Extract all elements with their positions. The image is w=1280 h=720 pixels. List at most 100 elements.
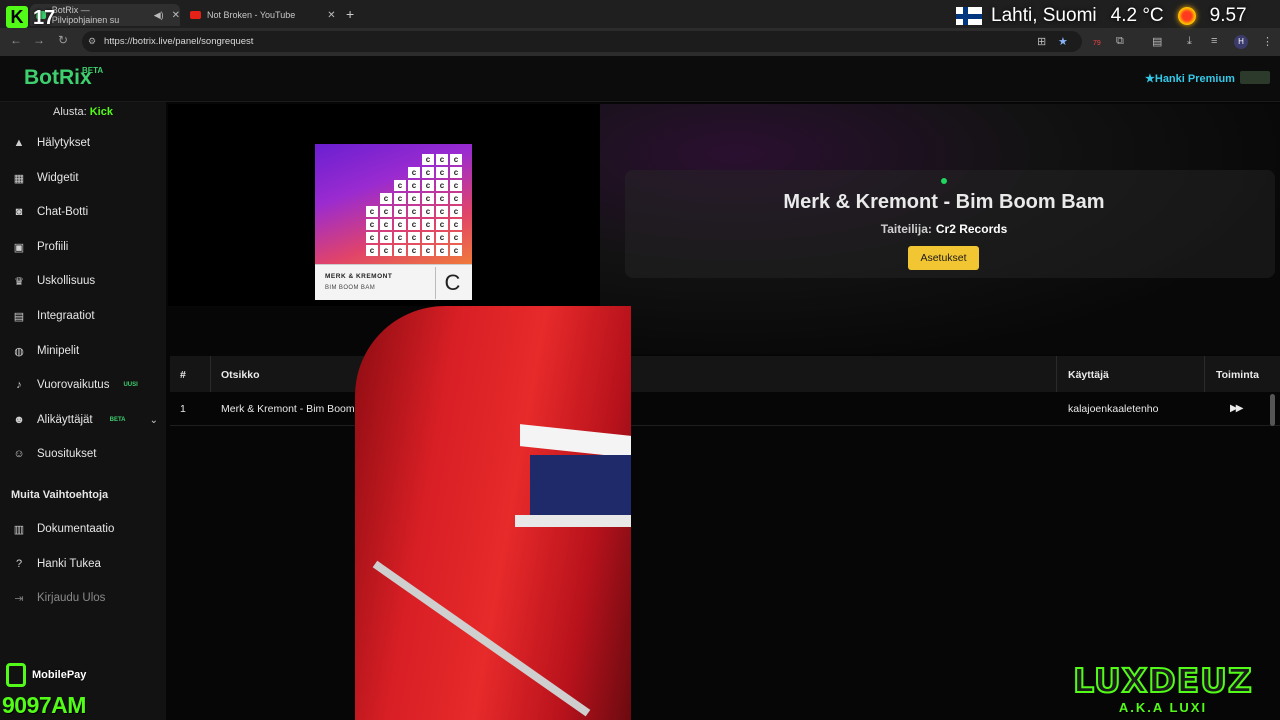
- site-header: [0, 56, 1280, 102]
- url-text[interactable]: https://botrix.live/panel/songrequest: [104, 36, 253, 47]
- bookmark-star-icon[interactable]: ★: [1058, 35, 1068, 48]
- sidebar-item-suositukset[interactable]: ☺ Suositukset: [0, 437, 166, 471]
- profile-avatar[interactable]: H: [1234, 35, 1248, 49]
- cover-tile: [380, 154, 392, 165]
- sidebar-item-dokumentaatio[interactable]: ▥ Dokumentaatio: [0, 512, 166, 546]
- sidebar-item-label: Profiili: [37, 241, 69, 253]
- settings-button[interactable]: Asetukset: [908, 246, 979, 270]
- trash-icon[interactable]: ▤: [1152, 35, 1162, 48]
- weather-location: Lahti, Suomi: [991, 5, 1097, 26]
- scrollbar[interactable]: [1270, 394, 1275, 426]
- sidebar-item-alikayttajat[interactable]: ☻ Alikäyttäjät BETA ⌄: [0, 403, 166, 437]
- cover-tile: c: [436, 206, 448, 217]
- column-header-number[interactable]: #: [180, 369, 186, 381]
- extension-badge[interactable]: 79: [1093, 40, 1101, 47]
- users-icon: ☻: [13, 414, 25, 426]
- webcam-stripe: [515, 515, 631, 527]
- music-icon: ♪: [16, 379, 22, 391]
- cover-tile: c: [408, 232, 420, 243]
- cover-tile: c: [380, 219, 392, 230]
- sidebar-item-widgetit[interactable]: ▦ Widgetit: [0, 161, 166, 195]
- download-icon[interactable]: ⤓: [1187, 35, 1192, 48]
- cover-tile: c: [394, 232, 406, 243]
- cover-tile: c: [380, 232, 392, 243]
- sidebar-item-label: Dokumentaatio: [37, 523, 115, 535]
- cover-tile: c: [380, 206, 392, 217]
- sidebar-item-integraatiot[interactable]: ▤ Integraatiot: [0, 299, 166, 333]
- cover-tile: c: [450, 154, 462, 165]
- column-header-title[interactable]: Otsikko: [221, 369, 260, 381]
- sidebar-item-profiili[interactable]: ▣ Profiili: [0, 230, 166, 264]
- reload-icon[interactable]: ↻: [58, 33, 68, 47]
- kick-logo-icon: K: [6, 6, 28, 28]
- site-info-icon[interactable]: ⚙: [88, 36, 96, 47]
- cover-artist: MERK & KREMONT: [325, 273, 393, 280]
- cover-tile: c: [380, 193, 392, 204]
- column-header-user[interactable]: Käyttäjä: [1068, 369, 1109, 381]
- tab-close-icon[interactable]: ✕: [327, 10, 335, 21]
- user-avatar[interactable]: [1240, 71, 1270, 84]
- artist-value: Cr2 Records: [935, 222, 1008, 236]
- cover-pattern: cccccccccccccccccccccccccccccccccccccccc…: [366, 154, 462, 256]
- beta-badge: BETA: [109, 417, 126, 423]
- sidebar-item-chat-botti[interactable]: ◙ Chat-Botti: [0, 195, 166, 229]
- cover-tile: c: [450, 193, 462, 204]
- cover-tile: c: [366, 232, 378, 243]
- sidebar-item-label: Alikäyttäjät: [37, 414, 93, 426]
- sidebar-item-vuorovaikutus[interactable]: ♪ Vuorovaikutus UUSI: [0, 368, 166, 402]
- cover-tile: c: [366, 245, 378, 256]
- back-icon[interactable]: ←: [10, 33, 22, 47]
- play-next-icon[interactable]: ▶▶: [1230, 403, 1243, 414]
- forward-icon[interactable]: →: [33, 33, 45, 47]
- sidebar-item-label: Suositukset: [37, 448, 97, 460]
- cover-tile: [394, 167, 406, 178]
- speaker-icon[interactable]: ◀): [154, 10, 164, 21]
- cover-tile: c: [380, 245, 392, 256]
- cover-tile: c: [422, 245, 434, 256]
- new-tab-button[interactable]: +: [346, 6, 354, 22]
- tab-youtube[interactable]: Not Broken - YouTube ✕: [184, 4, 344, 26]
- cover-tile: c: [436, 193, 448, 204]
- logo-beta-badge: BETA: [82, 66, 104, 75]
- cover-tile: c: [422, 232, 434, 243]
- cover-tile: [380, 180, 392, 191]
- row-number: 1: [180, 403, 186, 415]
- weather-temperature: 4.2 °C: [1110, 5, 1164, 26]
- tab-close-icon[interactable]: ✕: [172, 10, 180, 21]
- sidebar-item-uskollisuus[interactable]: ♛ Uskollisuus: [0, 264, 166, 298]
- document-icon: ▥: [13, 523, 25, 536]
- sidebar-item-label: Vuorovaikutus: [37, 379, 110, 391]
- finland-flag-icon: [956, 7, 982, 25]
- mobilepay-number: 9097AM: [2, 692, 86, 718]
- youtube-favicon-icon: [190, 11, 201, 19]
- now-playing-title: Merk & Kremont - Bim Boom Bam: [783, 191, 1105, 213]
- album-cover-label: MERK & KREMONT BIM BOOM BAM C: [315, 264, 472, 300]
- sidebar-item-label: Widgetit: [37, 172, 79, 184]
- sidebar-item-halytykset[interactable]: ▲ Hälytykset: [0, 126, 166, 160]
- queue-table-header: [170, 356, 1280, 392]
- cover-tile: c: [394, 193, 406, 204]
- cover-tile: c: [394, 245, 406, 256]
- sun-icon: [1177, 7, 1196, 25]
- sidebar-item-hanki-tukea[interactable]: ? Hanki Tukea: [0, 547, 166, 581]
- chevron-down-icon[interactable]: ⌄: [150, 415, 158, 426]
- cover-tile: c: [408, 206, 420, 217]
- plug-icon: ▤: [13, 310, 25, 323]
- warning-icon: ▲: [13, 137, 25, 149]
- id-card-icon: ▣: [13, 241, 25, 254]
- sidebar-item-label: Uskollisuus: [37, 275, 96, 287]
- cover-tile: [394, 154, 406, 165]
- sidebar-item-minipelit[interactable]: ◍ Minipelit: [0, 334, 166, 368]
- star-icon: ★: [1145, 73, 1155, 85]
- cover-tile: c: [366, 206, 378, 217]
- extensions-icon[interactable]: ⧉: [1116, 35, 1124, 48]
- column-header-action: Toiminta: [1216, 369, 1259, 381]
- cover-tile: c: [408, 193, 420, 204]
- translate-icon[interactable]: ⊞: [1037, 35, 1046, 48]
- media-icon[interactable]: ≡: [1211, 35, 1217, 47]
- premium-link[interactable]: ★Hanki Premium: [1145, 72, 1235, 85]
- cover-tile: c: [436, 232, 448, 243]
- sidebar-item-kirjaudu-ulos[interactable]: ⇥ Kirjaudu Ulos: [0, 581, 166, 615]
- menu-dots-icon[interactable]: ⋮: [1262, 35, 1273, 48]
- mobilepay-label: MobilePay: [32, 669, 87, 681]
